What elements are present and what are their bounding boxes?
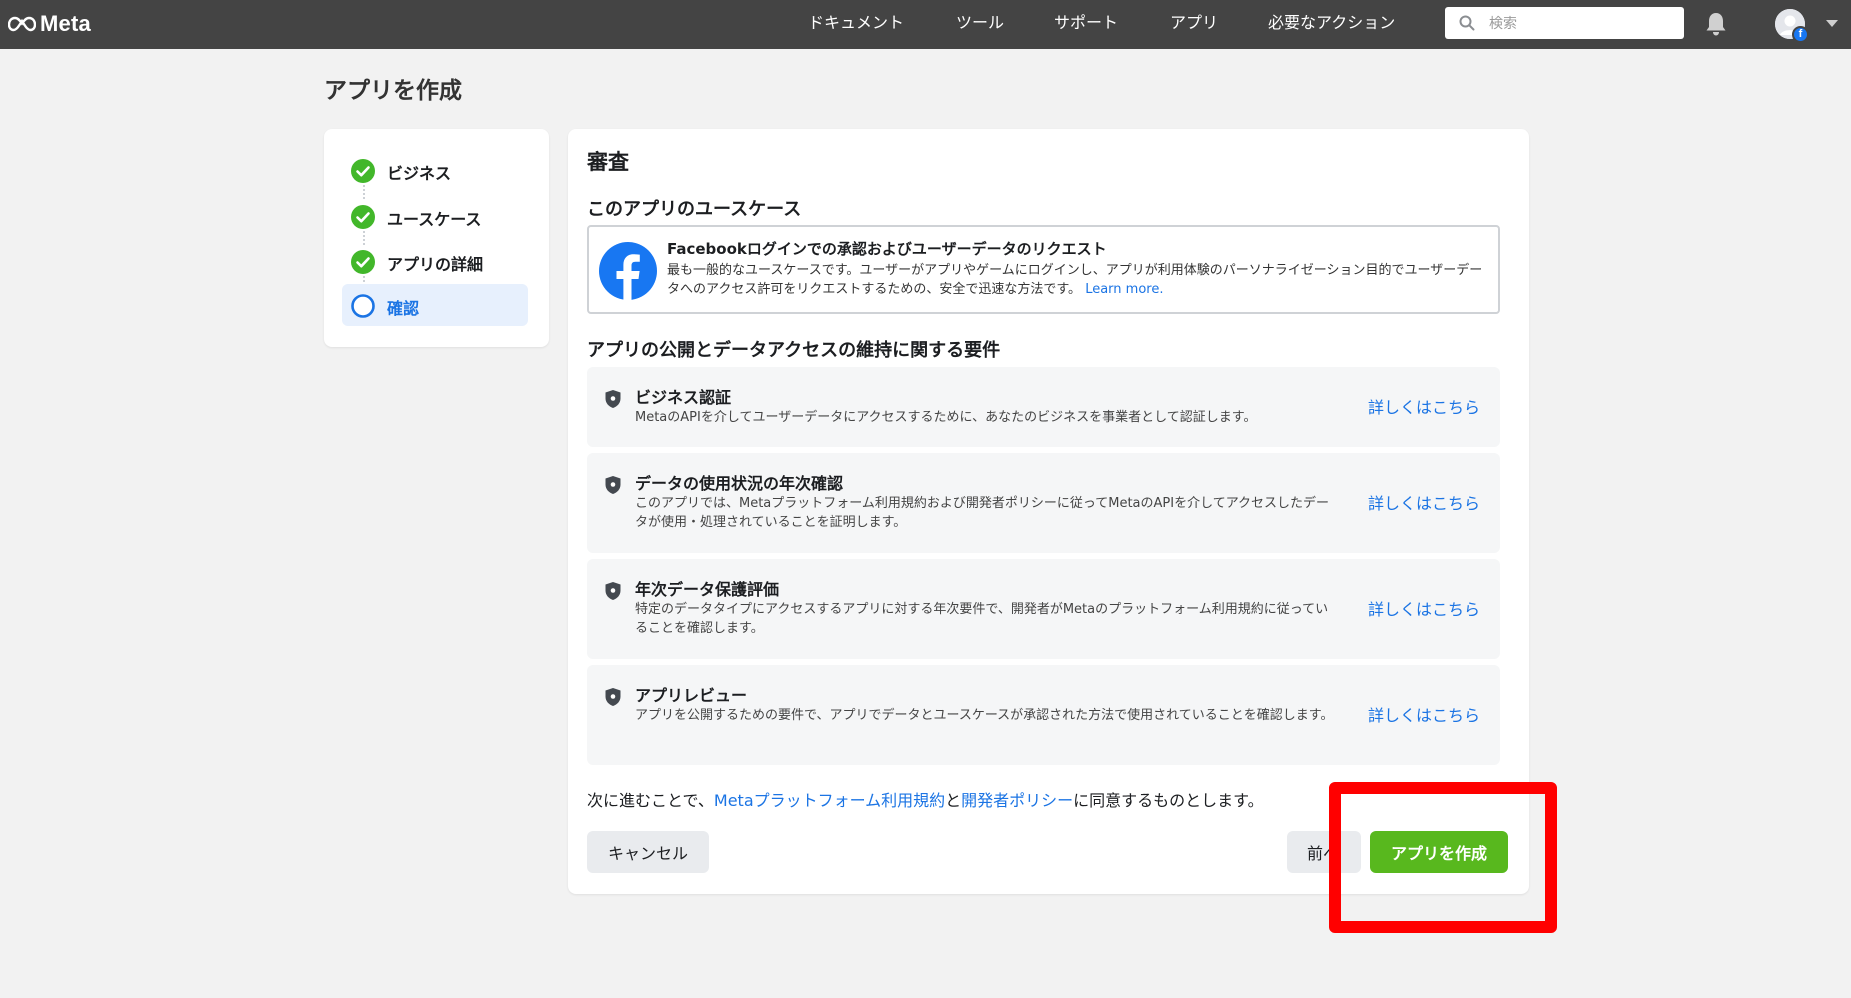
- step-confirm[interactable]: 確認: [342, 284, 528, 326]
- learn-more-link[interactable]: Learn more.: [1085, 282, 1163, 297]
- shield-icon: [605, 582, 621, 600]
- search-box[interactable]: [1445, 7, 1684, 39]
- shield-icon: [605, 688, 621, 706]
- usecase-description: 最も一般的なユースケースです。ユーザーがアプリやゲームにログインし、アプリが利用…: [667, 261, 1493, 299]
- nav-tools[interactable]: ツール: [956, 12, 1004, 34]
- meta-logo-text: Meta: [40, 11, 91, 36]
- learn-more-link[interactable]: 詳しくはこちら: [1368, 596, 1480, 620]
- step-label: ビジネス: [387, 164, 452, 183]
- requirement-app-review: アプリレビュー アプリを公開するための要件で、アプリでデータとユースケースが承認…: [587, 665, 1500, 765]
- requirement-description: 特定のデータタイプにアクセスするアプリに対する年次要件で、開発者がMetaのプラ…: [635, 602, 1329, 636]
- usecase-title: Facebookログインでの承認およびユーザーデータのリクエスト: [667, 240, 1107, 258]
- check-circle-icon: [351, 159, 375, 183]
- developer-policy-link[interactable]: 開発者ポリシー: [961, 791, 1073, 810]
- requirement-title: データの使用状況の年次確認: [635, 474, 844, 493]
- steps-sidebar: ビジネス ユースケース アプリの詳細 確認: [324, 129, 549, 347]
- platform-terms-link[interactable]: Metaプラットフォーム利用規約: [714, 791, 945, 810]
- requirement-business-verification: ビジネス認証 MetaのAPIを介してユーザーデータにアクセスするために、あなた…: [587, 367, 1500, 447]
- avatar[interactable]: f: [1775, 9, 1809, 43]
- search-icon: [1459, 15, 1475, 31]
- facebook-badge-icon: f: [1792, 26, 1809, 43]
- empty-circle-icon: [351, 294, 375, 318]
- step-app-details[interactable]: アプリの詳細: [342, 240, 528, 282]
- step-label: アプリの詳細: [387, 255, 484, 274]
- meta-infinity-icon: [8, 16, 36, 32]
- check-circle-icon: [351, 250, 375, 274]
- page-title: アプリを作成: [324, 78, 462, 104]
- learn-more-link[interactable]: 詳しくはこちら: [1368, 394, 1480, 418]
- usecase-card: Facebookログインでの承認およびユーザーデータのリクエスト 最も一般的なユ…: [587, 225, 1500, 314]
- requirements-heading: アプリの公開とデータアクセスの維持に関する要件: [587, 340, 1001, 361]
- bell-icon[interactable]: [1704, 11, 1728, 37]
- top-navigation-bar: Meta ドキュメント ツール サポート アプリ 必要なアクション f: [0, 0, 1851, 49]
- nav-apps[interactable]: アプリ: [1170, 12, 1218, 34]
- shield-icon: [605, 390, 621, 408]
- consent-text: 次に進むことで、Metaプラットフォーム利用規約と開発者ポリシーに同意するものと…: [587, 787, 1264, 811]
- previous-button[interactable]: 前へ: [1287, 831, 1361, 873]
- consent-prefix: 次に進むことで、: [587, 791, 714, 810]
- usecase-description-text: 最も一般的なユースケースです。ユーザーがアプリやゲームにログインし、アプリが利用…: [667, 263, 1483, 297]
- nav-documents[interactable]: ドキュメント: [808, 12, 904, 34]
- learn-more-link[interactable]: 詳しくはこちら: [1368, 702, 1480, 726]
- consent-suffix: に同意するものとします。: [1073, 791, 1264, 810]
- learn-more-link[interactable]: 詳しくはこちら: [1368, 490, 1480, 514]
- shield-icon: [605, 476, 621, 494]
- usecase-heading: このアプリのユースケース: [587, 199, 802, 220]
- requirement-description: このアプリでは、Metaプラットフォーム利用規約および開発者ポリシーに従ってMe…: [635, 496, 1330, 530]
- step-label: 確認: [387, 299, 420, 318]
- requirement-annual-data-protection: 年次データ保護評価 特定のデータタイプにアクセスするアプリに対する年次要件で、開…: [587, 559, 1500, 659]
- nav-required-actions[interactable]: 必要なアクション: [1268, 12, 1395, 34]
- meta-logo[interactable]: Meta: [8, 11, 91, 37]
- review-title: 審査: [587, 150, 629, 174]
- check-circle-icon: [351, 205, 375, 229]
- step-label: ユースケース: [387, 210, 482, 229]
- requirement-title: ビジネス認証: [635, 388, 732, 407]
- requirement-description: MetaのAPIを介してユーザーデータにアクセスするために、あなたのビジネスを事…: [635, 410, 1257, 425]
- facebook-icon: [599, 242, 657, 300]
- cancel-button[interactable]: キャンセル: [587, 831, 709, 873]
- requirement-annual-data-use-check: データの使用状況の年次確認 このアプリでは、Metaプラットフォーム利用規約およ…: [587, 453, 1500, 553]
- step-business[interactable]: ビジネス: [342, 149, 528, 191]
- caret-down-icon[interactable]: [1826, 20, 1838, 27]
- requirement-description: アプリを公開するための要件で、アプリでデータとユースケースが承認された方法で使用…: [635, 708, 1334, 723]
- requirement-title: 年次データ保護評価: [635, 580, 780, 599]
- step-use-case[interactable]: ユースケース: [342, 195, 528, 237]
- consent-and: と: [945, 791, 962, 810]
- create-app-button[interactable]: アプリを作成: [1370, 831, 1508, 873]
- search-input[interactable]: [1487, 11, 1676, 37]
- requirement-title: アプリレビュー: [635, 686, 748, 705]
- nav-support[interactable]: サポート: [1054, 12, 1118, 34]
